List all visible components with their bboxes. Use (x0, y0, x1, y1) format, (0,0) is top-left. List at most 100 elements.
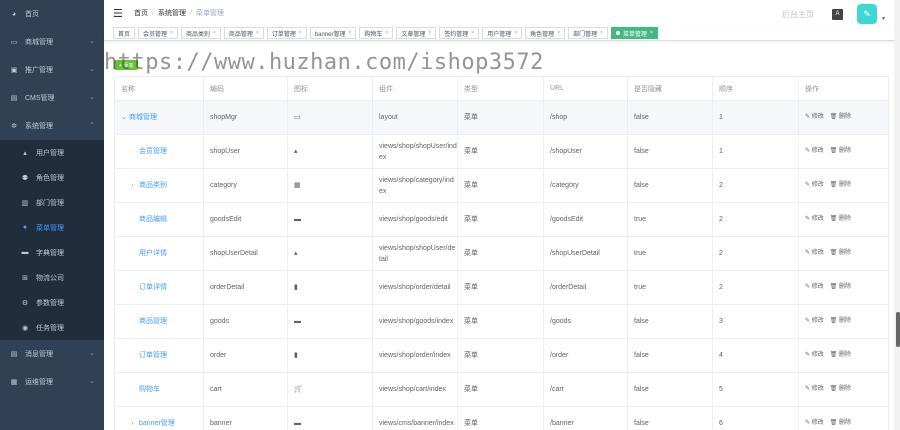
breadcrumb-home[interactable]: 首页 (134, 8, 148, 18)
caret-down-icon[interactable]: ▼ (881, 16, 886, 22)
sidebar-item-department[interactable]: ▥ 部门管理 (0, 190, 104, 215)
expand-icon[interactable]: ⌄ (121, 112, 129, 123)
tag-5[interactable]: banner管理 × (309, 27, 357, 39)
menu-name[interactable]: 商品类别 (139, 182, 167, 189)
tag-3[interactable]: 商品管理 × (223, 27, 264, 39)
menu-icon-preview: ▴ (287, 236, 373, 271)
menu-name[interactable]: 订单详情 (139, 284, 167, 291)
table-row[interactable]: 订单管理 order ▮ views/shop/order/index 菜单/order… (114, 338, 889, 373)
active-dot-icon (616, 31, 620, 35)
home-page-link[interactable]: 后台主页 (782, 9, 814, 20)
close-icon[interactable]: × (600, 30, 603, 36)
edit-button[interactable]: ✎ 修改 (805, 216, 824, 222)
tag-12[interactable]: 菜单管理 × (611, 27, 658, 39)
table-row[interactable]: › banner管理 banner ▬ views/cms/banner/index 菜单… (114, 406, 889, 430)
table-row[interactable]: 商品管理 goods ▬ views/shop/goods/index 菜单/goods… (114, 304, 889, 339)
sidebar-item-role[interactable]: ⚉ 角色管理 (0, 165, 104, 190)
close-icon[interactable]: × (650, 30, 653, 36)
edit-button[interactable]: ✎ 修改 (805, 284, 824, 290)
close-icon[interactable]: × (213, 30, 216, 36)
tag-8[interactable]: 签约管理 × (439, 27, 480, 39)
delete-button[interactable]: 🗑 删除 (830, 386, 851, 392)
menu-name[interactable]: banner管理 (139, 420, 175, 427)
tag-6[interactable]: 购物车 × (359, 27, 394, 39)
sidebar-item-user[interactable]: ▴ 用户管理 (0, 140, 104, 165)
table-row[interactable]: ⌄ 商城管理 shopMgr ▭ layout 菜单/shop false 1 ✎ 修改 🗑 删除 (114, 100, 889, 135)
edit-button[interactable]: ✎ 修改 (805, 420, 824, 426)
delete-button[interactable]: 🗑 删除 (830, 284, 851, 290)
close-icon[interactable]: × (514, 30, 517, 36)
close-icon[interactable]: × (428, 30, 431, 36)
menu-name[interactable]: 购物车 (139, 386, 160, 393)
delete-button[interactable]: 🗑 删除 (830, 114, 851, 120)
close-icon[interactable]: × (256, 30, 259, 36)
expand-icon[interactable]: › (131, 180, 139, 191)
edit-button[interactable]: ✎ 修改 (805, 318, 824, 324)
delete-button[interactable]: 🗑 删除 (830, 148, 851, 154)
component-cell: views/shop/order/detail (372, 270, 458, 305)
edit-button[interactable]: ✎ 修改 (805, 386, 824, 392)
sidebar-item-dashboard[interactable]: ◕ 首页 (0, 0, 104, 28)
tag-11[interactable]: 部门管理 × (568, 27, 608, 39)
order-cell: 4 (712, 338, 799, 373)
sidebar-item-dictionary[interactable]: ▬ 字典管理 (0, 240, 104, 265)
sidebar-item-params[interactable]: ⚙ 参数管理 (0, 290, 104, 315)
close-icon[interactable]: × (385, 30, 388, 36)
edit-button[interactable]: ✎ 修改 (805, 148, 824, 154)
close-icon[interactable]: × (471, 30, 474, 36)
hidden-cell: false (627, 100, 713, 135)
close-icon[interactable]: × (170, 30, 173, 36)
table-row[interactable]: 会员管理 shopUser ▴ views/shop/shopUser/index 菜单… (114, 134, 889, 169)
table-row[interactable]: 商品编辑 goodsEdit ▬ views/shop/goods/edit 菜单/go… (114, 202, 889, 237)
delete-button[interactable]: 🗑 删除 (830, 216, 851, 222)
delete-button[interactable]: 🗑 删除 (830, 420, 851, 426)
edit-button[interactable]: ✎ 修改 (805, 352, 824, 358)
delete-button[interactable]: 🗑 删除 (830, 318, 851, 324)
menu-name[interactable]: 用户详情 (139, 250, 167, 257)
code-cell: order (203, 338, 288, 373)
table-row[interactable]: 用户详情 shopUserDetail ▴ views/shop/shopUser/d… (114, 236, 889, 271)
sidebar-item-message[interactable]: ▤ 消息管理 ⌄ (0, 340, 104, 368)
sidebar-item-logistics[interactable]: ⊞ 物流公司 (0, 265, 104, 290)
actions-cell: ✎ 修改 🗑 删除 (798, 100, 889, 135)
sidebar-item-cms[interactable]: ▤ CMS管理 ⌄ (0, 84, 104, 112)
hamburger-icon[interactable]: ☰ (113, 7, 125, 20)
tag-4[interactable]: 订单管理 × (266, 27, 307, 39)
edit-button[interactable]: ✎ 修改 (805, 182, 824, 188)
expand-icon[interactable]: › (131, 418, 139, 429)
menu-name[interactable]: 订单管理 (139, 352, 167, 359)
close-icon[interactable]: × (299, 30, 302, 36)
menu-name[interactable]: 商品编辑 (139, 216, 167, 223)
tag-9[interactable]: 用户管理 × (482, 27, 523, 39)
edit-button[interactable]: ✎ 修改 (805, 250, 824, 256)
edit-button[interactable]: ✎ 修改 (805, 114, 824, 120)
scrollbar-thumb[interactable] (896, 312, 900, 347)
table-row[interactable]: › 商品类别 category ▦ views/shop/category/index 菜… (114, 168, 889, 203)
sidebar-item-menu[interactable]: ● 菜单管理 (0, 215, 104, 240)
delete-button[interactable]: 🗑 删除 (830, 250, 851, 256)
add-button[interactable]: + 添加 (114, 60, 139, 70)
sidebar-item-ops[interactable]: ▦ 运维管理 ⌄ (0, 368, 104, 396)
menu-name[interactable]: 会员管理 (139, 148, 167, 155)
tag-1[interactable]: 会员管理 × (138, 27, 178, 39)
tag-2[interactable]: 商品类别 × (180, 27, 221, 39)
sidebar-item-shop[interactable]: ▭ 商城管理 ⌄ (0, 28, 104, 56)
delete-button[interactable]: 🗑 删除 (830, 352, 851, 358)
tag-10[interactable]: 角色管理 × (525, 27, 566, 39)
table-row[interactable]: 购物车 cart 🛒 views/shop/cart/index 菜单/cart fals… (114, 372, 889, 407)
avatar[interactable]: ✎ (857, 4, 878, 24)
menu-name[interactable]: 商城管理 (129, 114, 157, 121)
scrollbar[interactable] (894, 0, 900, 430)
table-row[interactable]: 订单详情 orderDetail ▮ views/shop/order/detail 菜… (114, 270, 889, 305)
delete-button[interactable]: 🗑 删除 (830, 182, 851, 188)
tag-7[interactable]: 文章管理 × (396, 27, 437, 39)
tag-0[interactable]: 首页 (113, 27, 136, 39)
close-icon[interactable]: × (557, 30, 560, 36)
sidebar-item-promotion[interactable]: ▣ 推广管理 ⌄ (0, 56, 104, 84)
name-cell: 商品编辑 (114, 202, 204, 237)
menu-name[interactable]: 商品管理 (139, 318, 167, 325)
font-size-icon[interactable]: A (832, 8, 844, 20)
sidebar-item-gear[interactable]: ✲ 系统管理 ⌃ (0, 112, 104, 140)
sidebar-item-task[interactable]: ◉ 任务管理 (0, 315, 104, 340)
close-icon[interactable]: × (348, 30, 351, 36)
